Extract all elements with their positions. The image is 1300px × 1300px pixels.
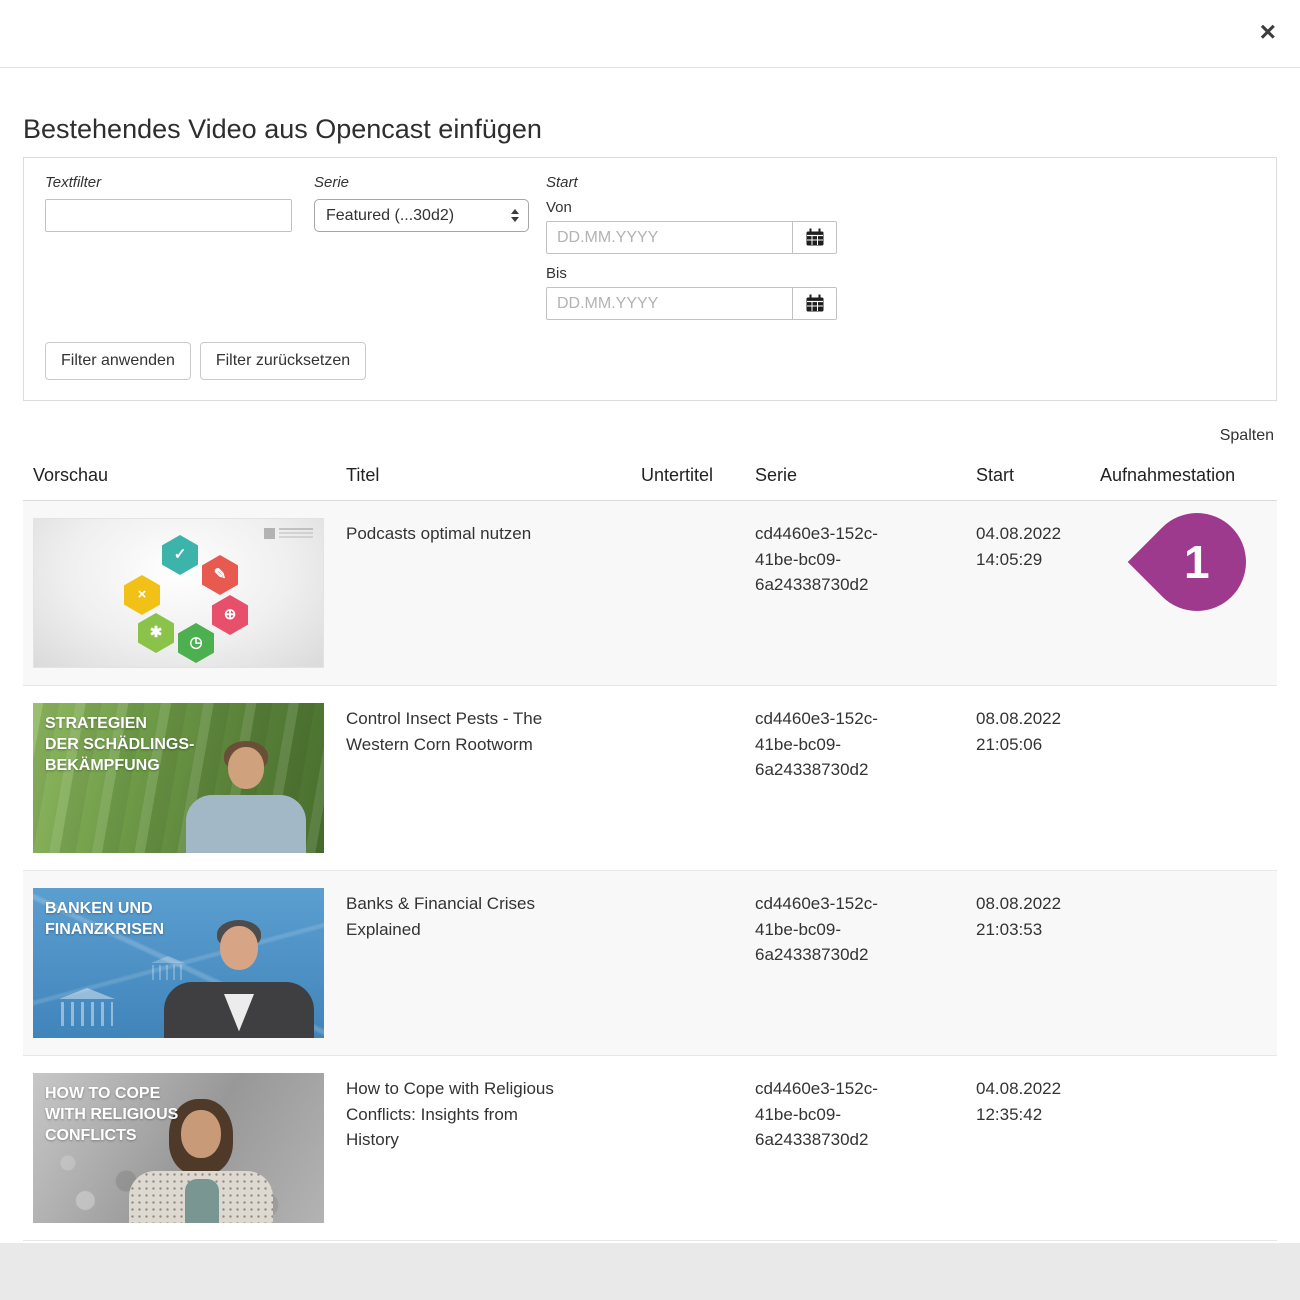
opencast-dialog: × Bestehendes Video aus Opencast einfüge… xyxy=(0,0,1300,1243)
video-thumbnail: BANKEN UND FINANZKRISEN xyxy=(33,888,324,1038)
cell-aufnahmestation xyxy=(1090,686,1277,870)
serie-select[interactable]: Featured (...30d2) xyxy=(314,199,529,232)
page-title: Bestehendes Video aus Opencast einfügen xyxy=(23,114,1277,145)
cell-title: Podcasts optimal nutzen xyxy=(336,501,631,685)
video-thumbnail: × ✓ ✎ ✱ ◷ ⊕ xyxy=(33,518,324,668)
cell-title: Control Insect Pests - The Western Corn … xyxy=(336,686,631,870)
video-thumbnail: STRATEGIEN DER SCHÄDLINGS- BEKÄMPFUNG xyxy=(33,703,324,853)
video-thumbnail: HOW TO COPE WITH RELIGIOUS CONFLICTS xyxy=(33,1073,324,1223)
serie-group: Serie Featured (...30d2) xyxy=(314,174,529,232)
reset-filter-button[interactable]: Filter zurücksetzen xyxy=(200,342,366,380)
cell-untertitel xyxy=(631,871,745,1055)
cell-aufnahmestation xyxy=(1090,871,1277,1055)
dialog-topbar: × xyxy=(0,0,1300,68)
cell-untertitel xyxy=(631,1056,745,1240)
serie-label: Serie xyxy=(314,174,529,191)
cell-serie: cd4460e3-152c-41be-bc09-6a24338730d2 xyxy=(745,501,966,685)
cell-start: 04.08.2022 12:35:42 xyxy=(966,1056,1090,1240)
bis-label: Bis xyxy=(546,265,837,282)
filter-panel: Textfilter Serie Featured (...30d2) Star… xyxy=(23,157,1277,401)
calendar-icon xyxy=(805,228,825,247)
textfilter-input[interactable] xyxy=(45,199,292,232)
date-to-input[interactable] xyxy=(546,287,793,320)
start-group: Start Von xyxy=(546,174,837,320)
start-label: Start xyxy=(546,174,837,191)
calendar-icon xyxy=(805,294,825,313)
select-arrows-icon xyxy=(511,209,519,222)
table-header: Vorschau Titel Untertitel Serie Start Au… xyxy=(23,455,1277,501)
cell-title: How to Cope with Religious Conflicts: In… xyxy=(336,1056,631,1240)
header-start: Start xyxy=(966,455,1090,500)
calendar-to-button[interactable] xyxy=(792,287,837,320)
thumbnail-caption: HOW TO COPE WITH RELIGIOUS CONFLICTS xyxy=(33,1073,324,1146)
header-vorschau: Vorschau xyxy=(23,455,336,500)
cell-title: Banks & Financial Crises Explained xyxy=(336,871,631,1055)
cell-start: 08.08.2022 21:05:06 xyxy=(966,686,1090,870)
textfilter-label: Textfilter xyxy=(45,174,292,191)
cell-serie: cd4460e3-152c-41be-bc09-6a24338730d2 xyxy=(745,871,966,1055)
table-row[interactable]: STRATEGIEN DER SCHÄDLINGS- BEKÄMPFUNG Co… xyxy=(23,686,1277,871)
cell-start: 08.08.2022 21:03:53 xyxy=(966,871,1090,1055)
cell-serie: cd4460e3-152c-41be-bc09-6a24338730d2 xyxy=(745,686,966,870)
thumbnail-caption: BANKEN UND FINANZKRISEN xyxy=(33,888,324,941)
table-row[interactable]: × ✓ ✎ ✱ ◷ ⊕ Podcasts optimal nutzen cd44… xyxy=(23,501,1277,686)
header-serie: Serie xyxy=(745,455,966,500)
cell-untertitel xyxy=(631,686,745,870)
textfilter-group: Textfilter xyxy=(45,174,292,232)
thumbnail-caption: STRATEGIEN DER SCHÄDLINGS- BEKÄMPFUNG xyxy=(33,703,324,776)
von-label: Von xyxy=(546,199,837,216)
video-table: Vorschau Titel Untertitel Serie Start Au… xyxy=(23,455,1277,1241)
thumbnail-caption xyxy=(34,519,323,530)
close-icon[interactable]: × xyxy=(1260,18,1276,46)
bank-building-icon xyxy=(59,988,115,1026)
table-row[interactable]: HOW TO COPE WITH RELIGIOUS CONFLICTS How… xyxy=(23,1056,1277,1241)
header-untertitel: Untertitel xyxy=(631,455,745,500)
header-aufnahmestation: Aufnahmestation xyxy=(1090,455,1277,500)
cell-aufnahmestation xyxy=(1090,1056,1277,1240)
apply-filter-button[interactable]: Filter anwenden xyxy=(45,342,191,380)
annotation-number: 1 xyxy=(1184,535,1210,589)
calendar-from-button[interactable] xyxy=(792,221,837,254)
header-titel: Titel xyxy=(336,455,631,500)
date-from-input[interactable] xyxy=(546,221,793,254)
table-row[interactable]: BANKEN UND FINANZKRISEN Banks & Financia… xyxy=(23,871,1277,1056)
cell-untertitel xyxy=(631,501,745,685)
cell-serie: cd4460e3-152c-41be-bc09-6a24338730d2 xyxy=(745,1056,966,1240)
serie-select-value: Featured (...30d2) xyxy=(326,207,454,225)
cell-start: 04.08.2022 14:05:29 xyxy=(966,501,1090,685)
columns-toggle[interactable]: Spalten xyxy=(1220,427,1274,444)
